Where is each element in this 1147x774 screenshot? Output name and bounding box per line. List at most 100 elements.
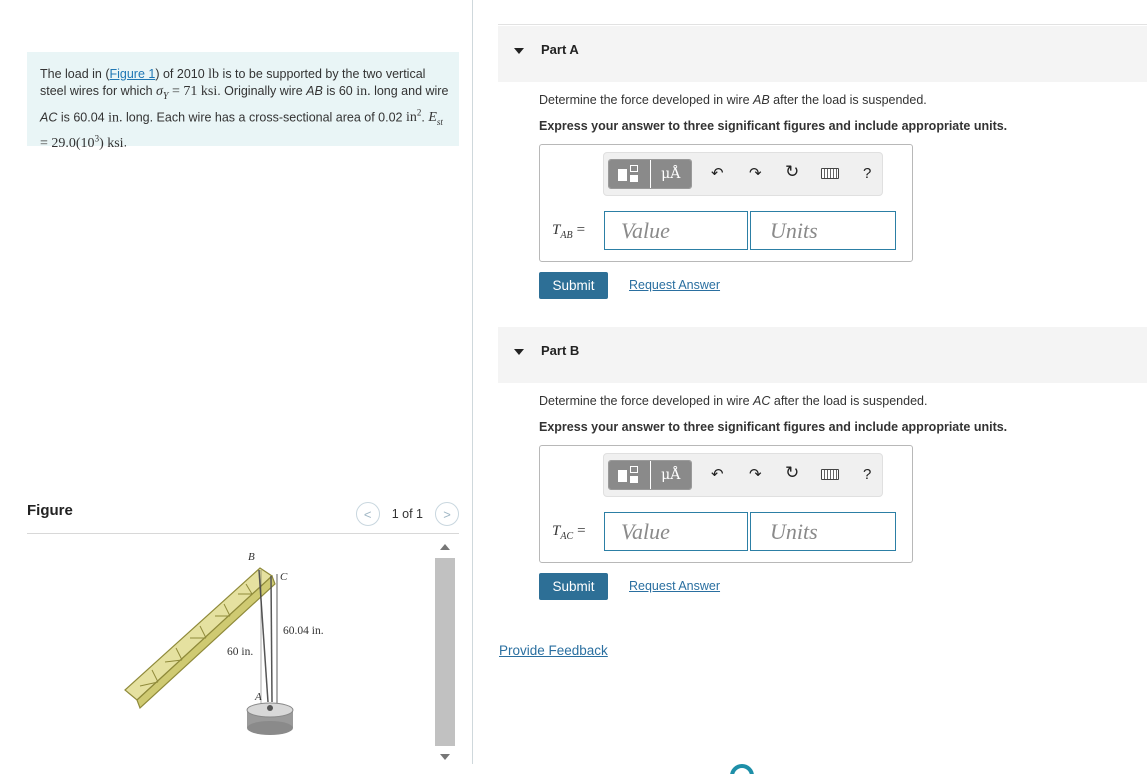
crane-figure: B C A 60.04 in. 60 in. (124, 551, 324, 735)
sigma-y-expr: σY = 71 ksi (156, 84, 218, 102)
sigma-symbol: σ (156, 84, 163, 99)
wire-ac (270, 575, 273, 703)
unit-area: in (405, 110, 417, 126)
equals-sign: = (577, 523, 586, 539)
keyboard-icon[interactable] (821, 168, 839, 179)
part-b-header[interactable]: Part B (498, 327, 1147, 383)
modulus-value: = 29.0(10 (40, 135, 95, 151)
part-b-instruction: Express your answer to three significant… (539, 420, 1008, 434)
submit-button[interactable]: Submit (539, 272, 608, 299)
request-answer-link[interactable]: Request Answer (629, 278, 720, 292)
scrollbar-thumb[interactable] (435, 558, 455, 746)
wire-ac-label: AC (40, 110, 58, 125)
variable-label: TAB = (552, 222, 585, 241)
part-b-label: Part B (541, 343, 580, 358)
units-glyph: μÅ (661, 467, 681, 483)
part-a-header[interactable]: Part A (498, 26, 1147, 82)
prompt-wire: AB (753, 93, 770, 107)
area-unit: in2 (405, 108, 421, 126)
column-divider (472, 0, 473, 764)
problem-text: long and wire (370, 84, 449, 98)
problem-text: is 60 (322, 84, 357, 98)
chevron-right-icon[interactable]: > (435, 502, 459, 526)
part-a-prompt: Determine the force developed in wire AB… (539, 93, 927, 107)
prompt-text: after the load is suspended. (770, 394, 928, 408)
value-input[interactable]: Value (604, 512, 748, 551)
var-subscript: AB (560, 230, 573, 241)
problem-statement: The load in (Figure 1) of 2010 lb is to … (27, 52, 459, 151)
chevron-left-icon[interactable]: < (355, 502, 380, 526)
label-b: B (248, 551, 255, 563)
prompt-text: after the load is suspended. (769, 93, 927, 107)
equals-sign: = (576, 222, 586, 238)
part-a-label: Part A (541, 42, 579, 57)
part-a-answer-box: μÅ ↶ ↷ ↻ ? TAB = Value Units (539, 144, 913, 262)
sigma-value: = 71 (168, 84, 201, 99)
units-icon[interactable]: μÅ (649, 461, 691, 489)
problem-text: long. Each wire has a cross-sectional ar… (122, 110, 406, 125)
fraction-template-icon[interactable] (609, 461, 650, 489)
modulus-subscript: st (436, 117, 443, 128)
figure-title: Figure (27, 502, 73, 519)
undo-icon[interactable]: ↶ (711, 466, 724, 484)
variable-label: TAC = (552, 523, 586, 542)
units-input[interactable]: Units (750, 211, 896, 250)
problem-text: . Originally wire (217, 84, 307, 98)
unit-in: in. (108, 110, 123, 126)
unit-in: in. (356, 84, 371, 99)
provide-feedback-link[interactable]: Provide Feedback (499, 643, 608, 658)
submit-button[interactable]: Submit (539, 573, 608, 600)
unit-ksi: ksi (107, 135, 124, 151)
part-b-prompt: Determine the force developed in wire AC… (539, 394, 927, 408)
request-answer-link[interactable]: Request Answer (629, 579, 720, 593)
prompt-text: Determine the force developed in wire (539, 93, 754, 107)
unit-ksi: ksi (200, 84, 218, 99)
collapse-arrow-icon[interactable] (514, 48, 524, 54)
figure-link[interactable]: Figure 1 (109, 67, 155, 81)
dimension-label-ac: 60.04 in. (283, 625, 324, 637)
label-a: A (254, 691, 262, 703)
math-toolbar: μÅ ↶ ↷ ↻ ? (603, 453, 883, 497)
wire-ab-label: AB (306, 84, 323, 98)
template-group: μÅ (608, 159, 692, 189)
scroll-up-icon[interactable] (440, 544, 450, 550)
undo-icon[interactable]: ↶ (711, 165, 724, 183)
dimension-label-ab: 60 in. (227, 646, 253, 658)
figure-header: Figure < 1 of 1 > (27, 500, 459, 534)
prompt-wire: AC (753, 394, 771, 408)
label-c: C (280, 571, 288, 583)
collapse-arrow-icon[interactable] (514, 349, 524, 355)
problem-text: . (123, 135, 128, 150)
figure-image: B C A 60.04 in. 60 in. (110, 540, 350, 760)
problem-text: is 60.04 (57, 110, 109, 125)
redo-icon[interactable]: ↷ (749, 165, 762, 183)
help-icon[interactable]: ? (863, 466, 871, 483)
help-icon[interactable]: ? (863, 165, 871, 182)
value-input[interactable]: Value (604, 211, 748, 250)
template-group: μÅ (608, 460, 692, 490)
keyboard-icon[interactable] (821, 469, 839, 480)
units-glyph: μÅ (661, 166, 681, 182)
redo-icon[interactable]: ↷ (749, 466, 762, 484)
figure-pager: < 1 of 1 > (355, 502, 459, 526)
figure-scrollbar[interactable] (434, 540, 456, 762)
part-rule (498, 24, 1147, 25)
logo-icon (730, 764, 754, 774)
units-icon[interactable]: μÅ (649, 160, 691, 188)
unit-lb: lb (208, 67, 220, 82)
units-input[interactable]: Units (750, 512, 896, 551)
fraction-template-icon[interactable] (609, 160, 650, 188)
part-b-answer-box: μÅ ↶ ↷ ↻ ? TAC = Value Units (539, 445, 913, 563)
reset-icon[interactable]: ↻ (785, 464, 799, 482)
math-toolbar: μÅ ↶ ↷ ↻ ? (603, 152, 883, 196)
reset-icon[interactable]: ↻ (785, 163, 799, 181)
suspended-load (246, 702, 294, 735)
part-a-instruction: Express your answer to three significant… (539, 119, 1008, 133)
problem-text: ) of 2010 (155, 67, 209, 81)
modulus-symbol: E (428, 110, 437, 126)
modulus-close: ) (99, 135, 108, 151)
scroll-down-icon[interactable] (440, 754, 450, 760)
problem-text: The load in ( (40, 67, 110, 81)
pager-count: 1 of 1 (391, 507, 423, 521)
prompt-text: Determine the force developed in wire (539, 394, 754, 408)
